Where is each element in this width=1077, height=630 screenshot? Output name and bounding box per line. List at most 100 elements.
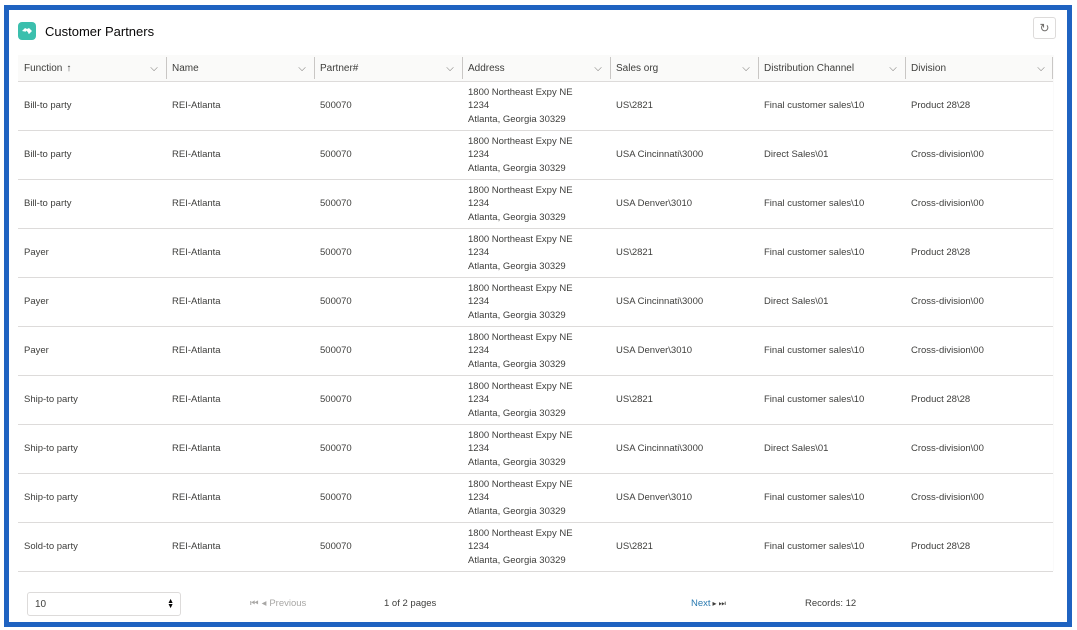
cell-name: REI-Atlanta: [166, 326, 314, 376]
cell-partner-number: 500070: [314, 81, 462, 131]
cell-function: Payer: [18, 277, 166, 327]
page-size-value: 10: [35, 598, 47, 610]
partners-table: Function↑ ⌵ Name ⌵ Partner# ⌵ Address ⌵: [18, 55, 1053, 572]
table-row: Bill-to party REI-Atlanta 500070 1800 North…: [18, 81, 1053, 131]
cell-function: Ship-to party: [18, 473, 166, 523]
cell-name: REI-Atlanta: [166, 522, 314, 572]
address-line: 1234: [468, 541, 490, 553]
cell-address: 1800 Northeast Expy NE 1234 Atlanta, Georg…: [462, 473, 610, 523]
cell-sales-org: US\2821: [610, 522, 758, 572]
address-line: 1234: [468, 345, 490, 357]
cell-division: Product 28\28: [905, 522, 1053, 572]
column-label: Function: [24, 62, 63, 74]
last-page-icon[interactable]: ⏭: [719, 599, 726, 609]
address-line: 1234: [468, 492, 490, 504]
cell-name: REI-Atlanta: [166, 424, 314, 474]
table-row: Bill-to party REI-Atlanta 500070 1800 North…: [18, 179, 1053, 229]
refresh-button[interactable]: ↻: [1033, 17, 1056, 39]
cell-address: 1800 Northeast Expy NE 1234 Atlanta, Georg…: [462, 424, 610, 474]
cell-address: 1800 Northeast Expy NE 1234 Atlanta, Georg…: [462, 326, 610, 376]
handshake-icon: [18, 22, 36, 40]
partners-table-container: Function↑ ⌵ Name ⌵ Partner# ⌵ Address ⌵: [18, 55, 1054, 572]
card-header: Customer Partners ↻: [18, 17, 1058, 45]
cell-division: Cross-division\00: [905, 473, 1053, 523]
address-line: Atlanta, Georgia 30329: [468, 260, 566, 272]
cell-division: Product 28\28: [905, 228, 1053, 278]
select-arrows-icon: ▲ ▼: [167, 598, 174, 610]
address-line: 1234: [468, 296, 490, 308]
column-header-address[interactable]: Address ⌵: [462, 55, 610, 82]
cell-division: Product 28\28: [905, 81, 1053, 131]
address-line: 1800 Northeast Expy NE: [468, 331, 573, 343]
cell-sales-org: US\2821: [610, 81, 758, 131]
table-header-row: Function↑ ⌵ Name ⌵ Partner# ⌵ Address ⌵: [18, 55, 1053, 82]
cell-address: 1800 Northeast Expy NE 1234 Atlanta, Georg…: [462, 375, 610, 425]
chevron-down-icon[interactable]: ⌵: [148, 63, 160, 74]
chevron-down-icon[interactable]: ⌵: [887, 63, 899, 74]
cell-function: Sold-to party: [18, 522, 166, 572]
cell-address: 1800 Northeast Expy NE 1234 Atlanta, Georg…: [462, 522, 610, 572]
address-line: 1800 Northeast Expy NE: [468, 233, 573, 245]
column-header-sales-org[interactable]: Sales org ⌵: [610, 55, 758, 82]
cell-function: Ship-to party: [18, 375, 166, 425]
address-line: 1234: [468, 247, 490, 259]
cell-address: 1800 Northeast Expy NE 1234 Atlanta, Georg…: [462, 277, 610, 327]
chevron-down-icon[interactable]: ⌵: [444, 63, 456, 74]
previous-arrow-icon: ◂: [261, 598, 267, 609]
cell-partner-number: 500070: [314, 375, 462, 425]
cell-distribution-channel: Direct Sales\01: [758, 424, 905, 474]
table-row: Ship-to party REI-Atlanta 500070 1800 North…: [18, 424, 1053, 474]
cell-distribution-channel: Final customer sales\10: [758, 522, 905, 572]
address-line: Atlanta, Georgia 30329: [468, 456, 566, 468]
table-row: Payer REI-Atlanta 500070 1800 Northeast Exp…: [18, 326, 1053, 376]
chevron-down-icon[interactable]: ⌵: [296, 63, 308, 74]
chevron-down-icon[interactable]: ⌵: [592, 63, 604, 74]
cell-function: Payer: [18, 326, 166, 376]
cell-name: REI-Atlanta: [166, 130, 314, 180]
cell-division: Cross-division\00: [905, 326, 1053, 376]
next-button[interactable]: Next ▸ ⏭: [691, 598, 726, 609]
cell-division: Cross-division\00: [905, 424, 1053, 474]
chevron-down-icon[interactable]: ⌵: [1035, 63, 1047, 74]
cell-address: 1800 Northeast Expy NE 1234 Atlanta, Georg…: [462, 179, 610, 229]
previous-label: Previous: [269, 598, 307, 609]
address-line: 1234: [468, 394, 490, 406]
chevron-down-icon[interactable]: ⌵: [740, 63, 752, 74]
column-header-function[interactable]: Function ↑ ⌵: [18, 55, 166, 82]
table-row: Payer REI-Atlanta 500070 1800 Northeast Exp…: [18, 228, 1053, 278]
cell-function: Bill-to party: [18, 130, 166, 180]
column-header-partner[interactable]: Partner# ⌵: [314, 55, 462, 82]
previous-button[interactable]: ⏮ ◂ Previous: [250, 598, 306, 609]
address-line: Atlanta, Georgia 30329: [468, 554, 566, 566]
table-row: Sold-to party REI-Atlanta 500070 1800 North…: [18, 522, 1053, 572]
column-header-name[interactable]: Name ⌵: [166, 55, 314, 82]
cell-address: 1800 Northeast Expy NE 1234 Atlanta, Georg…: [462, 228, 610, 278]
cell-distribution-channel: Direct Sales\01: [758, 277, 905, 327]
page-size-select[interactable]: 10 ▲ ▼: [27, 592, 181, 616]
column-label: Partner#: [320, 62, 359, 74]
cell-sales-org: USA Denver\3010: [610, 179, 758, 229]
address-line: 1234: [468, 198, 490, 210]
column-header-division[interactable]: Division ⌵: [905, 55, 1053, 82]
refresh-icon: ↻: [1039, 21, 1050, 35]
column-label: Sales org: [616, 62, 659, 74]
table-row: Payer REI-Atlanta 500070 1800 Northeast Exp…: [18, 277, 1053, 327]
cell-distribution-channel: Final customer sales\10: [758, 473, 905, 523]
next-label: Next: [691, 598, 711, 609]
cell-name: REI-Atlanta: [166, 375, 314, 425]
cell-distribution-channel: Direct Sales\01: [758, 130, 905, 180]
pagination-footer: 10 ▲ ▼ ⏮ ◂ Previous 1 of 2 pages Next ▸ ⏭ …: [18, 582, 1058, 622]
cell-name: REI-Atlanta: [166, 179, 314, 229]
customer-partners-card: Customer Partners ↻ Function ↑ ⌵ Name ⌵ …: [4, 5, 1072, 627]
column-header-distribution-channel[interactable]: Distribution Channel ⌵: [758, 55, 905, 82]
cell-sales-org: USA Cincinnati\3000: [610, 277, 758, 327]
column-label: Division: [911, 62, 947, 74]
cell-sales-org: USA Cincinnati\3000: [610, 424, 758, 474]
cell-division: Cross-division\00: [905, 130, 1053, 180]
cell-function: Ship-to party: [18, 424, 166, 474]
records-count: Records: 12: [805, 598, 857, 609]
cell-sales-org: USA Denver\3010: [610, 473, 758, 523]
cell-distribution-channel: Final customer sales\10: [758, 375, 905, 425]
cell-distribution-channel: Final customer sales\10: [758, 179, 905, 229]
cell-function: Bill-to party: [18, 81, 166, 131]
